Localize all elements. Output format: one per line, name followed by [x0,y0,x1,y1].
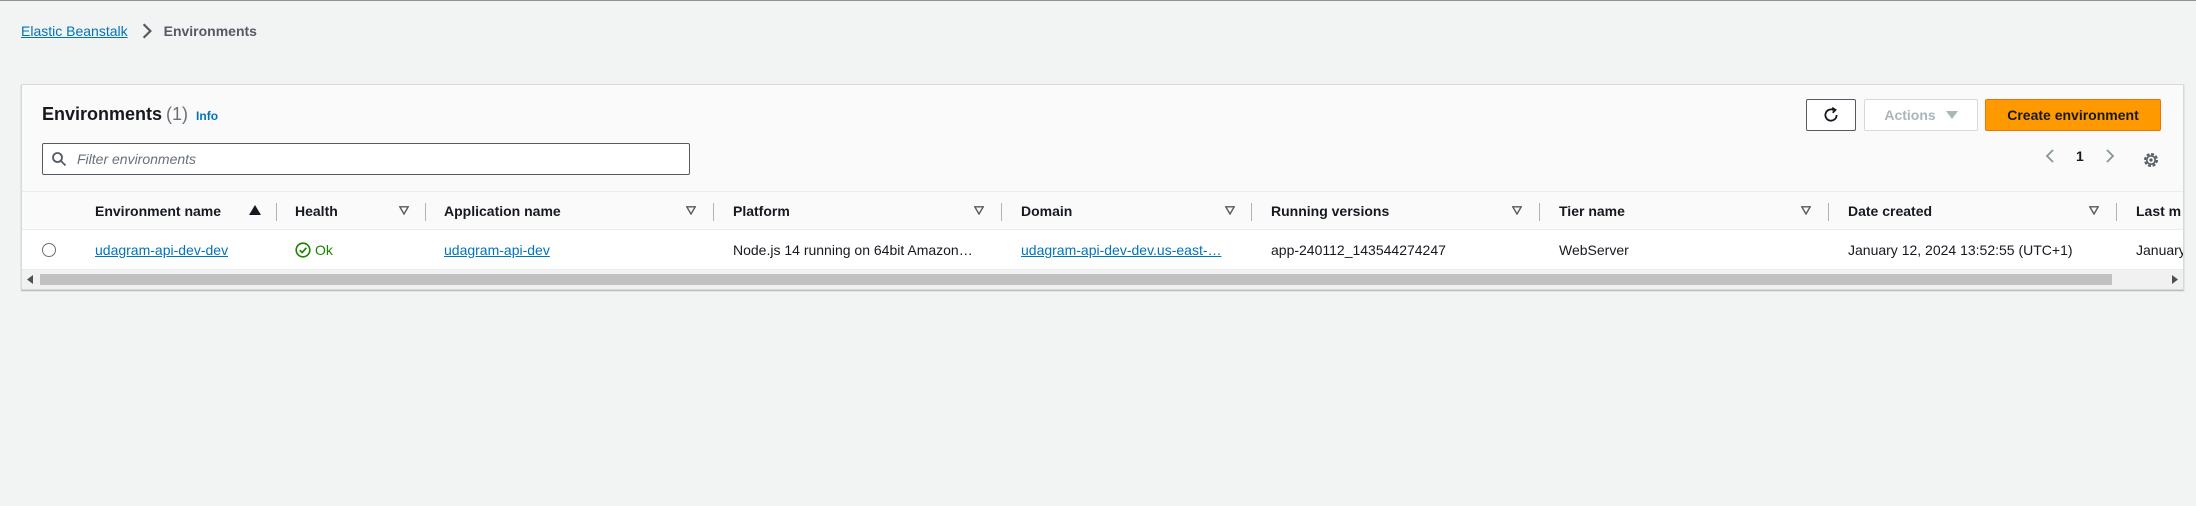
column-header-last-modified[interactable]: Last m [2136,192,2181,229]
sort-descending-icon[interactable] [686,206,696,215]
cell-platform: Node.js 14 running on 64bit Amazon… [733,241,973,258]
top-border [0,0,2196,1]
column-label: Application name [444,202,561,219]
cell-date-created: January 12, 2024 13:52:55 (UTC+1) [1848,241,2073,258]
page-number[interactable]: 1 [2076,148,2084,164]
breadcrumb: Elastic Beanstalk Environments [21,22,257,40]
chevron-right-icon [142,23,152,39]
sort-descending-icon[interactable] [1225,206,1235,215]
health-label: Ok [315,241,333,258]
refresh-button[interactable] [1806,99,1856,131]
column-label: Running versions [1271,202,1390,219]
search-icon [52,152,67,167]
settings-gear-icon[interactable] [2141,150,2161,170]
column-header-domain[interactable]: Domain [1021,192,1072,229]
info-link[interactable]: Info [196,109,218,123]
table-header: Environment name Health Application name… [22,192,2183,230]
next-page-button[interactable] [2102,148,2118,164]
column-label: Health [295,202,338,219]
column-label: Date created [1848,202,1933,219]
previous-page-button[interactable] [2042,148,2058,164]
panel-title: Environments (1) Info [42,104,218,125]
column-divider [425,203,426,221]
breadcrumb-current: Environments [163,23,257,39]
refresh-icon [1824,106,1838,122]
chevron-left-icon [2045,149,2054,163]
horizontal-scrollbar[interactable] [22,270,2183,289]
scroll-right-arrow-icon[interactable] [2172,275,2178,284]
column-header-application-name[interactable]: Application name [444,192,561,229]
column-header-date-created[interactable]: Date created [1848,192,1932,229]
column-divider [2116,203,2117,221]
cell-environment-name: udagram-api-dev-dev [95,230,228,269]
actions-label: Actions [1884,107,1936,123]
actions-button[interactable]: Actions [1864,99,1978,131]
scroll-left-arrow-icon[interactable] [27,275,33,284]
sort-ascending-icon[interactable] [249,205,261,215]
column-divider [1251,203,1252,221]
cell-health: Ok [295,230,333,269]
column-divider [276,203,277,221]
column-header-running-versions[interactable]: Running versions [1271,192,1389,229]
panel-title-text: Environments [42,104,163,124]
create-environment-button[interactable]: Create environment [1985,99,2161,131]
column-label: Environment name [95,202,222,219]
filter-environments-input[interactable] [75,150,679,168]
cell-last-modified: January [2136,241,2183,258]
environment-name-link[interactable]: udagram-api-dev-dev [95,242,228,258]
environments-panel: Environments (1) Info Actions Create envir… [21,84,2184,290]
filter-environments-field[interactable] [42,143,690,175]
column-label: Last m [2136,202,2182,219]
domain-link[interactable]: udagram-api-dev-dev.us-east-… [1021,242,1222,258]
sort-descending-icon[interactable] [1512,206,1522,215]
cell-domain: udagram-api-dev-dev.us-east-… [1021,230,1246,269]
column-divider [1828,203,1829,221]
column-header-health[interactable]: Health [295,192,338,229]
column-label: Platform [733,202,790,219]
cell-tier-name: WebServer [1559,241,1629,258]
row-select-radio[interactable] [42,243,56,257]
pagination: 1 [2042,148,2118,164]
column-header-platform[interactable]: Platform [733,192,790,229]
sort-descending-icon[interactable] [974,206,984,215]
sort-descending-icon[interactable] [399,206,409,215]
scrollbar-thumb[interactable] [40,274,2112,285]
sort-descending-icon[interactable] [1801,206,1811,215]
breadcrumb-elastic-beanstalk[interactable]: Elastic Beanstalk [21,23,128,39]
chevron-right-icon [2106,149,2115,163]
column-label: Domain [1021,202,1073,219]
caret-down-icon [1945,111,1958,119]
column-header-environment-name[interactable]: Environment name [95,192,221,229]
environment-count: (1) [166,104,189,124]
status-ok-icon [295,241,311,258]
column-divider [1001,203,1002,221]
application-name-link[interactable]: udagram-api-dev [444,242,550,258]
column-divider [713,203,714,221]
column-divider [1539,203,1540,221]
sort-descending-icon[interactable] [2089,206,2099,215]
column-header-tier-name[interactable]: Tier name [1559,192,1625,229]
cell-running-versions: app-240112_143544274247 [1271,241,1446,258]
cell-application-name: udagram-api-dev [444,230,550,269]
table-row[interactable]: udagram-api-dev-dev Ok udagram-api-dev N… [22,230,2183,270]
health-status: Ok [295,242,333,258]
column-label: Tier name [1559,202,1625,219]
panel-header: Environments (1) Info Actions Create envir… [22,85,2183,192]
